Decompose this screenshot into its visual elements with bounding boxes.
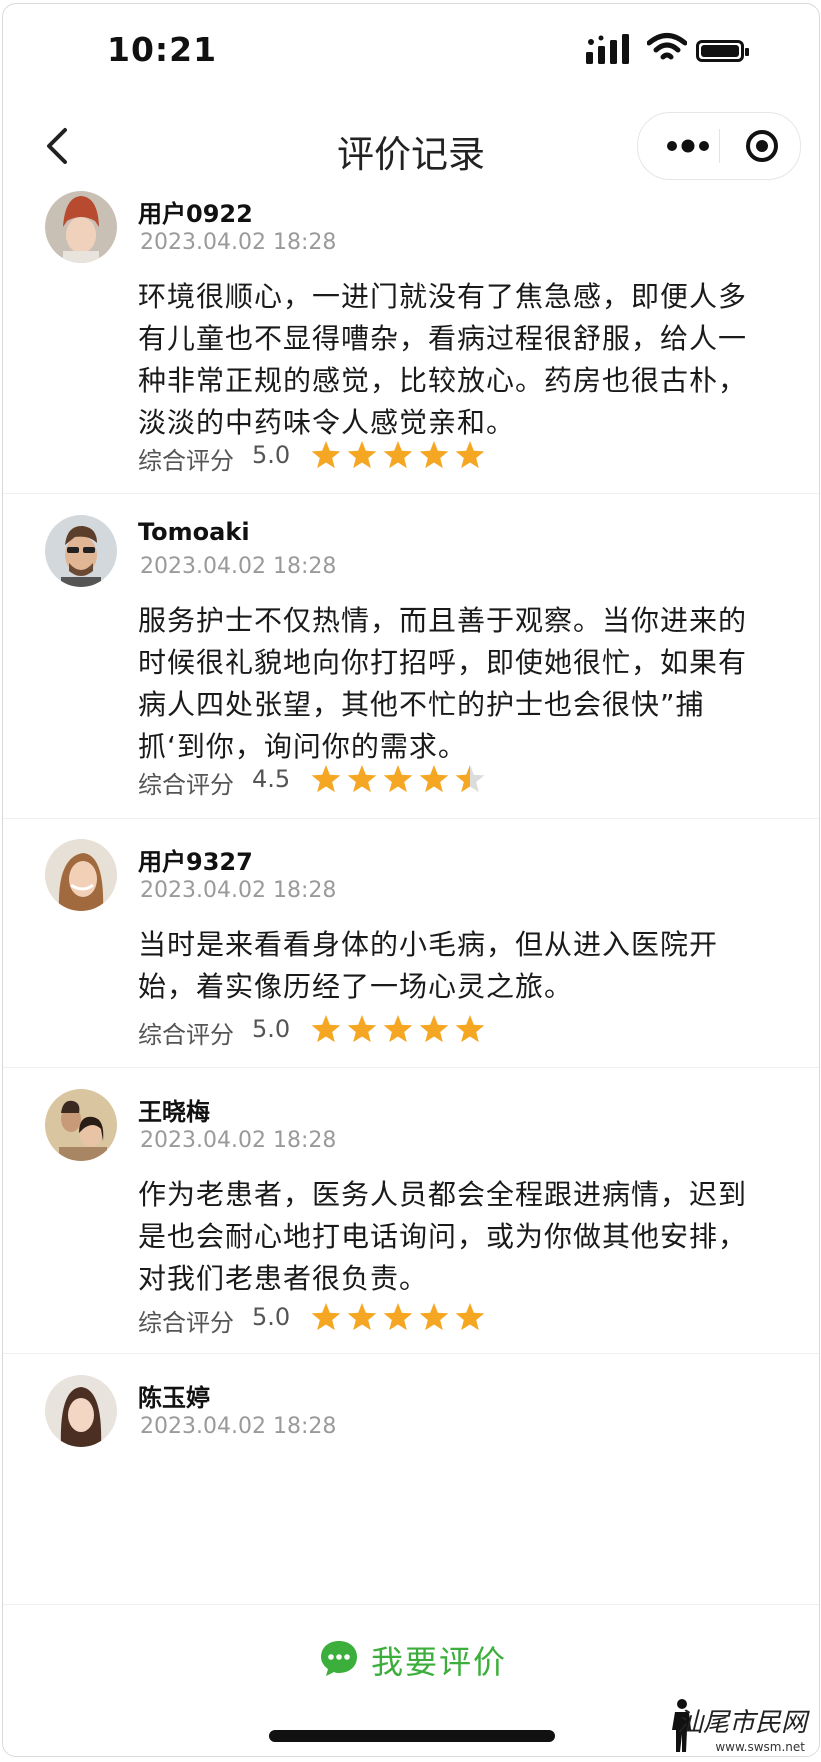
rating-score: 4.5 [252, 765, 291, 793]
star-rating [311, 441, 485, 469]
cellular-signal-icon [586, 34, 629, 64]
review-item: 王晓梅 2023.04.02 18:28 作为老患者，医务人员都会全程跟进病情，… [3, 1089, 819, 1350]
rating-label: 综合评分 [138, 1309, 234, 1337]
star-icon [347, 1303, 377, 1331]
rating-label: 综合评分 [138, 1021, 234, 1049]
battery-icon [696, 40, 749, 62]
star-icon [311, 765, 341, 793]
review-divider [3, 493, 819, 494]
review-content: 服务护士不仅热情，而且善于观察。当你进来的 时候很礼貌地向你打招呼，即使她很忙，如… [138, 604, 748, 763]
star-icon [455, 441, 485, 469]
review-date: 2023.04.02 18:28 [140, 878, 337, 903]
review-username: 王晓梅 [138, 1098, 210, 1126]
review-date: 2023.04.02 18:28 [140, 1128, 337, 1153]
star-icon [419, 765, 449, 793]
rating-score: 5.0 [252, 441, 291, 469]
review-date: 2023.04.02 18:28 [140, 1414, 337, 1439]
capsule-divider [719, 129, 720, 163]
review-username: 用户0922 [138, 200, 253, 228]
write-review-label: 我要评价 [371, 1643, 508, 1681]
mini-program-capsule [637, 112, 801, 180]
review-username: 陈玉婷 [138, 1384, 210, 1412]
review-divider [3, 818, 819, 819]
star-icon [347, 1015, 377, 1043]
review-divider [3, 1353, 819, 1354]
status-time: 10:21 [107, 30, 218, 69]
avatar [45, 191, 117, 263]
review-content: 环境很顺心，一进门就没有了焦急感，即便人多 有儿童也不显得嘈杂，看病过程很舒服，给… [138, 280, 748, 439]
watermark-url: www.swsm.net [715, 1740, 805, 1754]
review-item: 陈玉婷 2023.04.02 18:28 [3, 1375, 819, 1604]
star-icon [383, 1015, 413, 1043]
star-icon [455, 1303, 485, 1331]
review-date: 2023.04.02 18:28 [140, 554, 337, 579]
home-indicator [269, 1730, 555, 1742]
review-item: 用户0922 2023.04.02 18:28 环境很顺心，一进门就没有了焦急感… [3, 191, 819, 492]
avatar [45, 1375, 117, 1447]
star-rating [311, 765, 485, 793]
close-target-icon[interactable] [745, 129, 779, 163]
rating-label: 综合评分 [138, 771, 234, 799]
avatar [45, 839, 117, 911]
star-icon [419, 1303, 449, 1331]
site-watermark: 汕尾市民网 www.swsm.net [665, 1698, 815, 1754]
rating-label: 综合评分 [138, 447, 234, 475]
star-icon [455, 765, 485, 793]
nav-bar: 评价记录 [3, 104, 819, 192]
star-icon [383, 441, 413, 469]
star-icon [419, 441, 449, 469]
phone-screen: 10:21 评价记录 用户0922 2023.04.02 18:28 环境很顺心… [2, 3, 820, 1757]
review-divider [3, 1067, 819, 1068]
rating-score: 5.0 [252, 1303, 291, 1331]
avatar [45, 515, 117, 587]
review-item: 用户9327 2023.04.02 18:28 当时是来看看身体的小毛病，但从进… [3, 839, 819, 1060]
avatar [45, 1089, 117, 1161]
review-username: Tomoaki [138, 518, 250, 546]
star-icon [455, 1015, 485, 1043]
rating-score: 5.0 [252, 1015, 291, 1043]
status-bar: 10:21 [3, 4, 819, 104]
star-rating [311, 1015, 485, 1043]
chat-bubble-icon [321, 1641, 357, 1676]
star-icon [383, 1303, 413, 1331]
star-icon [311, 1015, 341, 1043]
review-content: 当时是来看看身体的小毛病，但从进入医院开 始，着实像历经了一场心灵之旅。 [138, 928, 719, 1003]
star-icon [347, 441, 377, 469]
star-icon [347, 765, 377, 793]
review-date: 2023.04.02 18:28 [140, 230, 337, 255]
star-icon [383, 765, 413, 793]
watermark-text: 汕尾市民网 [676, 1708, 807, 1738]
more-dots-icon[interactable] [666, 136, 710, 156]
review-item: Tomoaki 2023.04.02 18:28 服务护士不仅热情，而且善于观察… [3, 515, 819, 816]
wifi-icon [647, 33, 687, 60]
star-icon [311, 1303, 341, 1331]
review-content: 作为老患者，医务人员都会全程跟进病情，迟到 是也会耐心地打电话询问，或为你做其他安… [138, 1178, 748, 1295]
star-rating [311, 1303, 485, 1331]
review-username: 用户9327 [138, 848, 253, 876]
star-icon [419, 1015, 449, 1043]
star-icon [311, 441, 341, 469]
